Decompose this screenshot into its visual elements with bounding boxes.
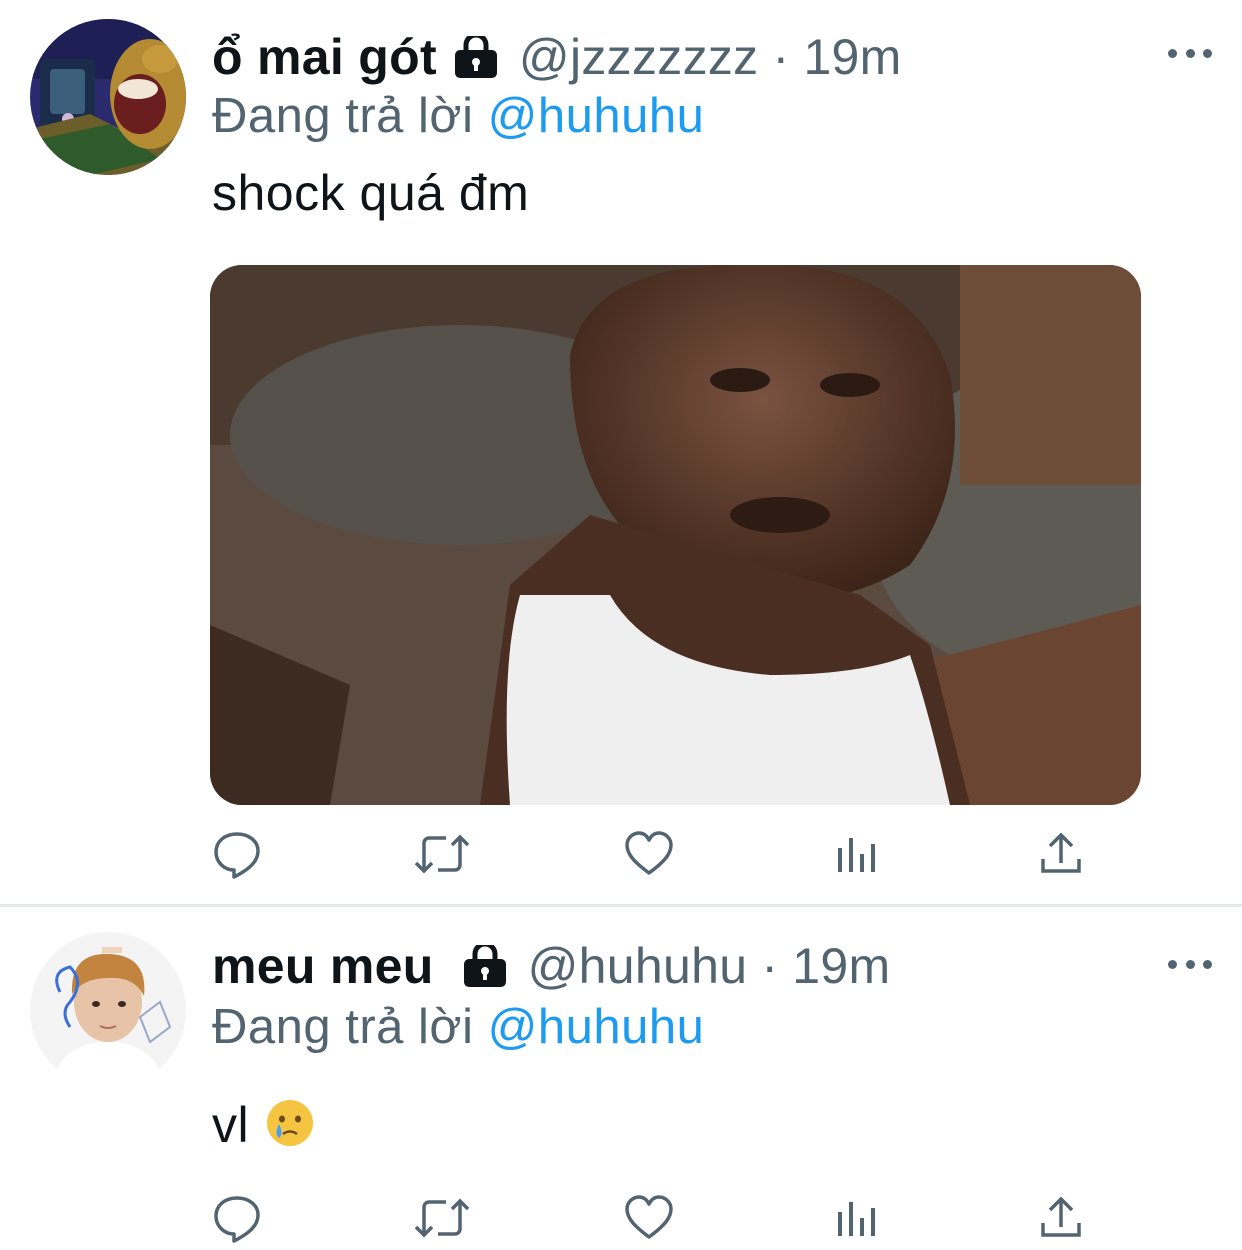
- timestamp[interactable]: 19m: [803, 28, 901, 86]
- tweet-actions: [0, 826, 1242, 886]
- replying-to-label: Đang trả lời: [212, 89, 474, 143]
- avatar[interactable]: [30, 19, 186, 175]
- reply-to-link[interactable]: @huhuhu: [488, 1000, 705, 1054]
- tweet-header: meu meu @huhuhu · 19m: [212, 931, 890, 1001]
- analytics-icon[interactable]: [829, 826, 885, 882]
- replying-to-line: Đang trả lời @huhuhu: [212, 999, 704, 1059]
- share-icon[interactable]: [1033, 1190, 1089, 1246]
- separator-dot: ·: [761, 938, 779, 994]
- analytics-icon[interactable]: [829, 1190, 885, 1246]
- tweet-header: ổ mai gót @jzzzzzzz · 19m: [212, 22, 902, 92]
- replying-to-label: Đang trả lời: [212, 1000, 474, 1054]
- avatar[interactable]: [30, 932, 186, 1088]
- timestamp[interactable]: 19m: [792, 937, 890, 995]
- username-handle[interactable]: @huhuhu: [528, 937, 748, 995]
- more-options-icon[interactable]: [1168, 43, 1212, 63]
- lock-icon: [451, 36, 501, 78]
- tweet-text: shock quá đm: [212, 165, 530, 221]
- display-name[interactable]: ổ mai gót: [212, 28, 437, 86]
- crying-face-emoji-icon: [265, 1098, 315, 1160]
- tweet[interactable]: ổ mai gót @jzzzzzzz · 19m Đang trả lời @…: [0, 0, 1242, 905]
- retweet-icon[interactable]: [414, 826, 470, 882]
- display-name[interactable]: meu meu: [212, 937, 434, 995]
- tweet-text-container: vl: [212, 1096, 315, 1160]
- tweet-media-image[interactable]: [210, 265, 1141, 805]
- cartoon-avatar-image: [30, 19, 186, 175]
- replying-to-line: Đang trả lời @huhuhu: [212, 88, 704, 148]
- tweet-text: vl: [212, 1097, 250, 1153]
- meme-photo: [210, 265, 1141, 805]
- username-handle[interactable]: @jzzzzzzz: [519, 28, 759, 86]
- person-avatar-image: [30, 932, 186, 1088]
- lock-icon: [460, 945, 510, 987]
- retweet-icon[interactable]: [414, 1190, 470, 1246]
- share-icon[interactable]: [1033, 826, 1089, 882]
- like-icon[interactable]: [621, 826, 677, 882]
- like-icon[interactable]: [621, 1190, 677, 1246]
- more-options-icon[interactable]: [1168, 954, 1212, 974]
- tweet[interactable]: meu meu @huhuhu · 19m Đang trả lời @huhu…: [0, 907, 1242, 1247]
- separator-dot: ·: [772, 29, 790, 85]
- reply-to-link[interactable]: @huhuhu: [488, 89, 705, 143]
- tweet-actions: [0, 1190, 1242, 1250]
- reply-icon[interactable]: [209, 826, 265, 882]
- reply-icon[interactable]: [209, 1190, 265, 1246]
